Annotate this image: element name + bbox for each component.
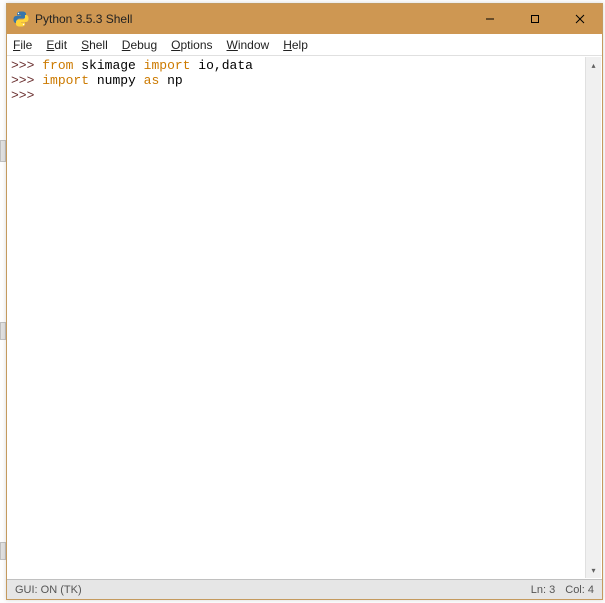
menubar: File Edit Shell Debug Options Window Hel… bbox=[7, 34, 602, 56]
prompt: >>> bbox=[11, 73, 34, 88]
maximize-button[interactable] bbox=[512, 4, 557, 34]
kw-import: import bbox=[42, 73, 89, 88]
module-name: skimage bbox=[81, 58, 136, 73]
vertical-scrollbar[interactable]: ▴ ▾ bbox=[585, 57, 601, 578]
minimize-button[interactable] bbox=[467, 4, 512, 34]
menu-help[interactable]: Help bbox=[283, 38, 308, 52]
titlebar[interactable]: Python 3.5.3 Shell bbox=[7, 4, 602, 34]
scroll-down-arrow-icon[interactable]: ▾ bbox=[586, 562, 601, 578]
menu-options[interactable]: Options bbox=[171, 38, 212, 52]
import-item: io bbox=[198, 58, 214, 73]
import-item: data bbox=[222, 58, 253, 73]
kw-import: import bbox=[144, 58, 191, 73]
menu-shell[interactable]: Shell bbox=[81, 38, 108, 52]
menu-file[interactable]: File bbox=[13, 38, 32, 52]
window-title: Python 3.5.3 Shell bbox=[35, 12, 467, 26]
kw-as: as bbox=[144, 73, 160, 88]
prompt: >>> bbox=[11, 58, 34, 73]
code-line: >>> bbox=[11, 88, 598, 103]
prompt: >>> bbox=[11, 88, 34, 103]
status-line: Ln: 3 bbox=[531, 584, 555, 596]
close-button[interactable] bbox=[557, 4, 602, 34]
status-column: Col: 4 bbox=[565, 584, 594, 596]
idle-shell-window: Python 3.5.3 Shell File Edit Shell Debug… bbox=[6, 3, 603, 600]
scroll-up-arrow-icon[interactable]: ▴ bbox=[586, 57, 601, 73]
statusbar: GUI: ON (TK) Ln: 3 Col: 4 bbox=[7, 579, 602, 599]
code-line: >>> from skimage import io,data bbox=[11, 58, 598, 73]
module-name: numpy bbox=[97, 73, 136, 88]
menu-window[interactable]: Window bbox=[227, 38, 270, 52]
window-controls bbox=[467, 4, 602, 34]
comma: , bbox=[214, 58, 222, 73]
menu-debug[interactable]: Debug bbox=[122, 38, 157, 52]
status-gui-mode: GUI: ON (TK) bbox=[15, 584, 531, 596]
shell-text-area[interactable]: >>> from skimage import io,data>>> impor… bbox=[7, 56, 602, 579]
alias-name: np bbox=[167, 73, 183, 88]
code-line: >>> import numpy as np bbox=[11, 73, 598, 88]
menu-edit[interactable]: Edit bbox=[46, 38, 67, 52]
python-icon bbox=[13, 11, 29, 27]
kw-from: from bbox=[42, 58, 73, 73]
